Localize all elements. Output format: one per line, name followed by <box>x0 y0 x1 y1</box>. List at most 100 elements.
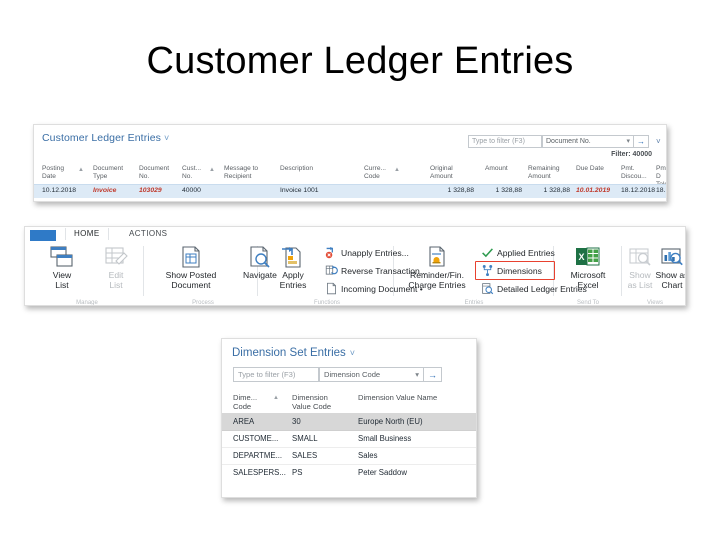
dimension-filter-bar: Type to filter (F3) Dimension Code ▾ → <box>233 367 442 382</box>
excel-icon: X <box>576 247 600 266</box>
chevron-down-icon: ▾ <box>626 138 630 145</box>
sort-ascending-icon[interactable]: ▲ <box>273 395 279 401</box>
unapply-entries-icon <box>325 246 334 259</box>
dimension-cell-value-name: Peter Saddow <box>358 467 407 477</box>
customer-ledger-entries-title-text: Customer Ledger Entries <box>42 132 162 144</box>
document-icon <box>182 246 200 268</box>
ledger-col-description[interactable]: Description <box>280 165 313 173</box>
sort-ascending-icon[interactable]: ▲ <box>78 167 84 173</box>
ribbon-group-label-entries: Entries <box>464 300 484 306</box>
view-list-icon <box>50 246 73 267</box>
ledger-cell-remaining-amount: 1 328,88 <box>543 187 570 195</box>
dimension-filter-input[interactable]: Type to filter (F3) <box>233 367 319 382</box>
ledger-col-amount[interactable]: Amount <box>485 165 508 173</box>
show-as-list-icon <box>629 248 651 266</box>
dimension-table-row[interactable]: DEPARTME... SALES Sales <box>222 447 476 465</box>
dimensions-button[interactable]: Dimensions <box>481 264 542 277</box>
dimension-filter-field-select[interactable]: Dimension Code ▾ <box>319 367 424 382</box>
ledger-cell-document-no: 103029 <box>139 187 162 195</box>
ledger-filter-field-value: Document No. <box>546 138 591 145</box>
show-as-chart-icon <box>661 248 683 266</box>
ledger-col-message[interactable]: Message to Recipient <box>224 165 258 181</box>
detailed-ledger-icon <box>482 283 494 295</box>
dimension-table-row[interactable]: AREA 30 Europe North (EU) <box>222 413 476 431</box>
ledger-column-header-row: Posting Date ▲ Document Type Document No… <box>34 163 666 188</box>
show-posted-document-label: Show Posted Document <box>165 270 217 290</box>
reminder-icon <box>429 246 445 267</box>
apply-entries-button[interactable]: Apply Entries <box>265 245 321 290</box>
show-as-list-button[interactable]: Show as List <box>623 245 657 290</box>
ribbon-panel: HOME ACTIONS View List Edit List Manage … <box>24 226 686 306</box>
dimension-cell-value-name: Sales <box>358 450 378 460</box>
ledger-col-due-date[interactable]: Due Date <box>576 165 604 173</box>
ribbon-group-label-process: Process <box>192 300 214 306</box>
ledger-col-pmt-discount[interactable]: Pmt. Discou... <box>621 165 647 181</box>
ledger-cell-pmt-discount: 18.12.2018 <box>621 187 656 195</box>
ledger-col-posting-date[interactable]: Posting Date <box>42 165 64 181</box>
ribbon-group-label-functions: Functions <box>313 300 340 306</box>
ledger-table-row[interactable]: 10.12.2018 Invoice 103029 40000 Invoice … <box>34 184 666 198</box>
edit-list-label: Edit List <box>108 270 124 290</box>
chevron-down-icon[interactable]: ˅ <box>350 348 355 358</box>
dimension-set-entries-panel: Dimension Set Entries ˅ Type to filter (F… <box>221 338 477 498</box>
dimension-cell-value-code: SALES <box>292 450 318 460</box>
ledger-filter-field-select[interactable]: Document No. ▾ <box>542 135 634 148</box>
ledger-col-currency-code[interactable]: Curre... Code <box>364 165 386 181</box>
dimension-cell-value-name: Europe North (EU) <box>358 416 423 426</box>
dimension-table-row[interactable]: CUSTOME... SMALL Small Business <box>222 430 476 448</box>
reminder-charge-entries-label: Reminder/Fin. Charge Entries <box>408 270 466 290</box>
ledger-filter-status: Filter: 40000 <box>611 151 652 158</box>
dimensions-icon <box>482 264 493 277</box>
microsoft-excel-button[interactable]: X Microsoft Excel <box>557 245 619 290</box>
show-as-list-label: Show as List <box>627 270 653 290</box>
tab-home[interactable]: HOME <box>65 228 109 240</box>
dimension-cell-code: AREA <box>233 416 255 426</box>
sort-ascending-icon[interactable]: ▲ <box>394 167 400 173</box>
ledger-cell-original-amount: 1 328,88 <box>447 187 474 195</box>
customer-ledger-entries-title: Customer Ledger Entries ˅ <box>42 132 169 144</box>
edit-list-button[interactable]: Edit List <box>85 245 147 290</box>
applied-entries-button[interactable]: Applied Entries <box>481 246 555 259</box>
ledger-cell-amount: 1 328,88 <box>495 187 522 195</box>
dimension-cell-value-code: SMALL <box>292 433 318 443</box>
dimension-col-value-name[interactable]: Dimension Value Name <box>358 393 437 402</box>
ledger-cell-customer-no: 40000 <box>182 187 201 195</box>
microsoft-excel-label: Microsoft Excel <box>570 270 606 290</box>
tab-actions[interactable]: ACTIONS <box>121 228 175 240</box>
ribbon-group-label-manage: Manage <box>76 300 98 306</box>
dimension-table-row[interactable]: SALESPERS... PS Peter Saddow <box>222 464 476 481</box>
page-title: Customer Ledger Entries <box>146 40 574 82</box>
sort-ascending-icon[interactable]: ▲ <box>209 167 215 173</box>
ledger-col-remaining-amount[interactable]: Remaining Amount <box>528 165 560 181</box>
view-list-button[interactable]: View List <box>31 245 93 290</box>
dimension-col-code[interactable]: Dime... Code <box>233 393 257 412</box>
reverse-transaction-icon <box>325 265 338 275</box>
show-posted-document-button[interactable]: Show Posted Document <box>153 245 229 290</box>
ledger-col-customer-no[interactable]: Cust... No. <box>182 165 201 181</box>
applied-entries-label: Applied Entries <box>497 247 555 258</box>
ribbon-group-label-send-to: Send To <box>577 300 599 306</box>
app-logo-icon <box>30 229 56 241</box>
chevron-down-icon[interactable]: ˅ <box>164 133 169 143</box>
ledger-col-document-no[interactable]: Document No. <box>139 165 169 181</box>
dimension-set-entries-title-text: Dimension Set Entries <box>232 347 346 359</box>
ledger-col-original-amount[interactable]: Original Amount <box>430 165 453 181</box>
dimension-cell-code: DEPARTME... <box>233 450 283 460</box>
reminder-charge-entries-button[interactable]: Reminder/Fin. Charge Entries <box>397 245 477 290</box>
dimension-cell-code: CUSTOME... <box>233 433 279 443</box>
ledger-col-document-type[interactable]: Document Type <box>93 165 123 181</box>
dimension-cell-code: SALESPERS... <box>233 467 286 477</box>
ribbon-tab-bar: HOME ACTIONS <box>25 227 685 243</box>
ledger-filter-apply-button[interactable]: → <box>634 135 649 148</box>
dimension-cell-value-name: Small Business <box>358 433 412 443</box>
ribbon-group-label-views: Views <box>647 300 663 306</box>
dimension-column-header-row: Dime... Code ▲ Dimension Value Code Dime… <box>222 391 476 414</box>
ledger-filter-input[interactable]: Type to filter (F3) <box>468 135 542 148</box>
dimension-filter-apply-button[interactable]: → <box>424 367 442 382</box>
ledger-cell-document-type: Invoice <box>93 187 117 195</box>
show-as-chart-button[interactable]: Show as Chart <box>655 245 685 290</box>
dimension-col-value-code[interactable]: Dimension Value Code <box>292 393 331 412</box>
ledger-cell-description: Invoice 1001 <box>280 187 319 195</box>
ledger-expand-icon[interactable]: ˅ <box>656 137 661 146</box>
dimension-filter-field-value: Dimension Code <box>324 370 381 379</box>
